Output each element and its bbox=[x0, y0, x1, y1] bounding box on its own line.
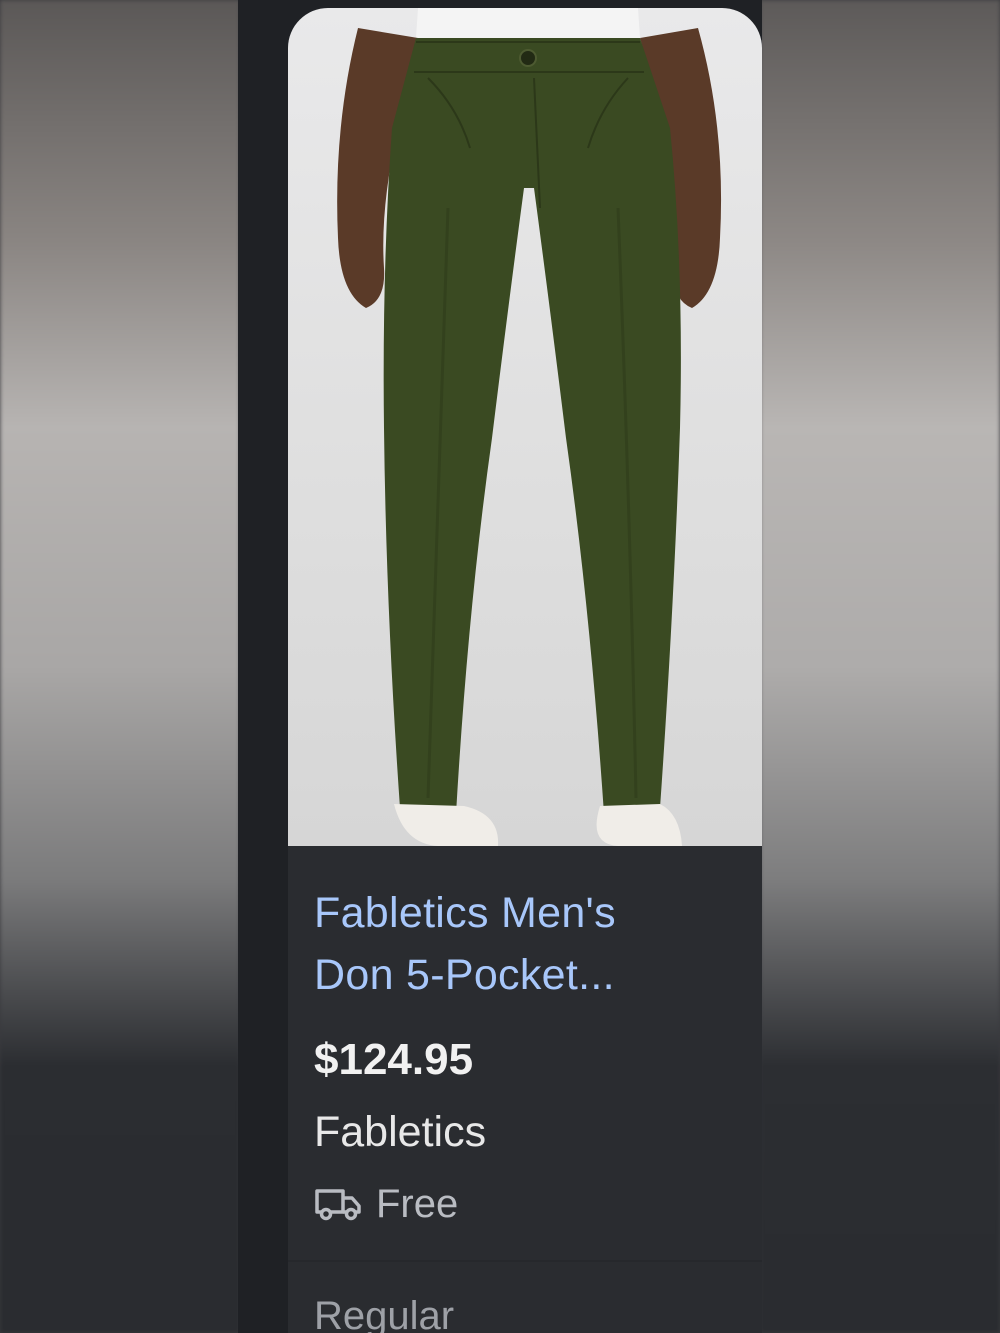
product-price: $124.95 bbox=[314, 1035, 474, 1084]
divider bbox=[288, 1260, 762, 1262]
blurred-backdrop-right bbox=[760, 0, 1000, 1333]
product-title-line1[interactable]: Fabletics Men's bbox=[314, 882, 744, 944]
product-image[interactable] bbox=[288, 8, 762, 846]
blurred-backdrop-left bbox=[0, 0, 240, 1333]
truck-icon bbox=[315, 1189, 361, 1221]
product-title-line2[interactable]: Don 5-Pocket... bbox=[314, 944, 744, 1006]
product-seller: Fabletics bbox=[314, 1108, 487, 1156]
product-title-link[interactable]: Fabletics Men's Don 5-Pocket... bbox=[314, 882, 744, 1006]
shipping-label: Free bbox=[376, 1181, 459, 1226]
pants-illustration bbox=[337, 8, 722, 846]
phone-frame: Fabletics Men's Don 5-Pocket... $124.95 … bbox=[238, 0, 762, 1333]
product-card[interactable]: Fabletics Men's Don 5-Pocket... $124.95 … bbox=[288, 8, 762, 1333]
screen: Fabletics Men's Don 5-Pocket... $124.95 … bbox=[0, 0, 1000, 1333]
filter-label[interactable]: Regular bbox=[314, 1290, 454, 1333]
product-info: Fabletics Men's Don 5-Pocket... $124.95 … bbox=[314, 882, 744, 1230]
shipping-info: Free bbox=[314, 1178, 744, 1230]
